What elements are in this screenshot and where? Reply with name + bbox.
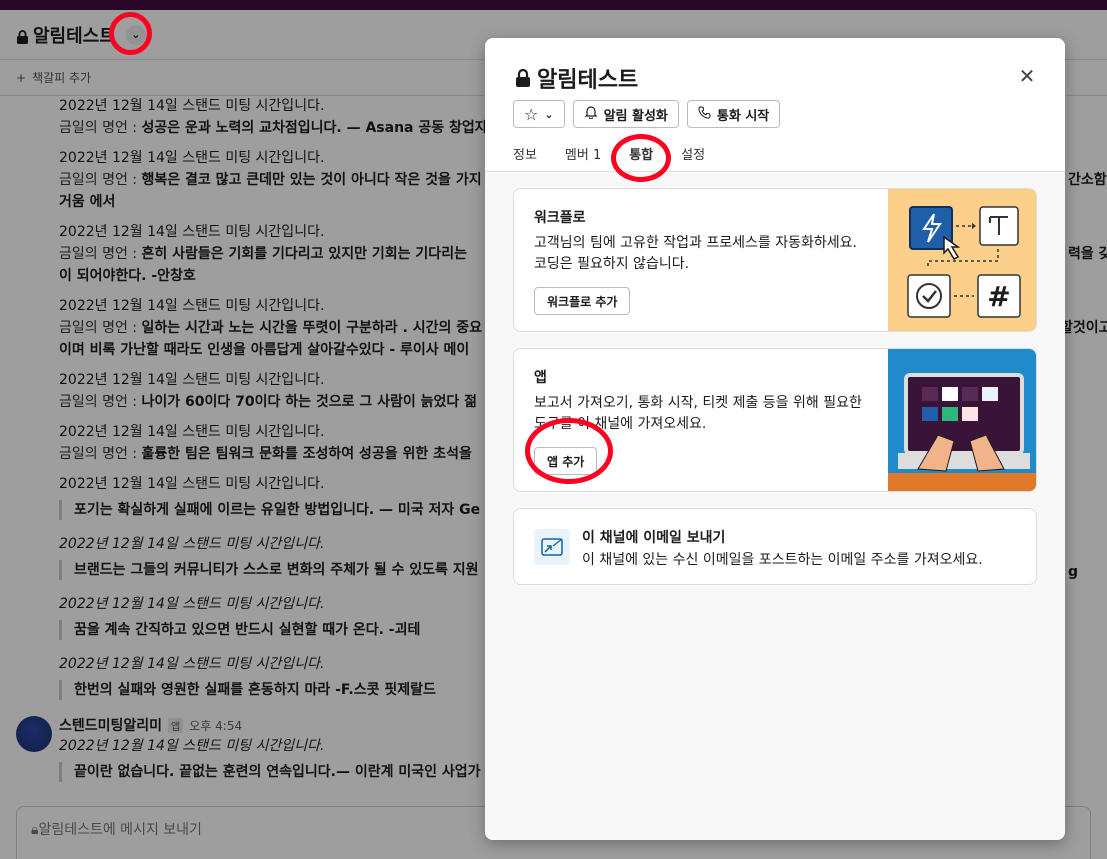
modal-title: 알림테스트: [515, 62, 638, 94]
star-icon: ☆: [524, 104, 539, 124]
modal-tabs: 정보 멤버 1 통합 설정: [513, 144, 705, 173]
annotation-circle: [109, 12, 152, 55]
email-forward-icon: [534, 529, 570, 565]
workflow-card-description: 고객님의 팀에 고유한 작업과 프로세스를 자동화하세요. 코딩은 필요하지 않…: [534, 235, 857, 272]
chevron-down-icon: ⌄: [544, 107, 554, 121]
close-icon[interactable]: ✕: [1017, 66, 1037, 86]
annotation-circle: [611, 134, 671, 182]
start-call-label: 통화 시작: [716, 108, 770, 124]
email-card-description: 이 채널에 있는 수신 이메일을 포스트하는 이메일 주소를 가져오세요.: [582, 552, 983, 568]
add-workflow-button[interactable]: 워크플로 추가: [534, 287, 631, 315]
email-card-title: 이 채널에 이메일 보내기: [582, 530, 726, 546]
workflow-illustration: #: [888, 189, 1036, 331]
tab-info[interactable]: 정보: [513, 144, 537, 173]
workflow-card: 워크플로 고객님의 팀에 고유한 작업과 프로세스를 자동화하세요. 코딩은 필…: [513, 188, 1037, 332]
apps-illustration: [888, 349, 1036, 491]
enable-notifications-label: 알림 활성화: [603, 108, 668, 124]
enable-notifications-button[interactable]: 알림 활성화: [572, 100, 679, 128]
lock-icon: [516, 69, 530, 87]
star-dropdown-button[interactable]: ☆ ⌄: [513, 100, 565, 128]
tab-members[interactable]: 멤버 1: [565, 144, 601, 173]
svg-text:#: #: [987, 280, 1010, 313]
annotation-circle: [525, 418, 613, 484]
bell-icon: [584, 105, 598, 123]
apps-card-title: 앱: [534, 370, 547, 386]
workflow-card-title: 워크플로: [534, 210, 586, 226]
modal-title-text: 알림테스트: [537, 68, 639, 93]
modal-action-row: ☆ ⌄ 알림 활성화 통화 시작: [513, 100, 781, 128]
start-call-button[interactable]: 통화 시작: [686, 100, 781, 128]
phone-icon: [698, 105, 711, 123]
tab-settings[interactable]: 설정: [681, 144, 705, 173]
email-integration-card[interactable]: 이 채널에 이메일 보내기 이 채널에 있는 수신 이메일을 포스트하는 이메일…: [513, 508, 1037, 585]
